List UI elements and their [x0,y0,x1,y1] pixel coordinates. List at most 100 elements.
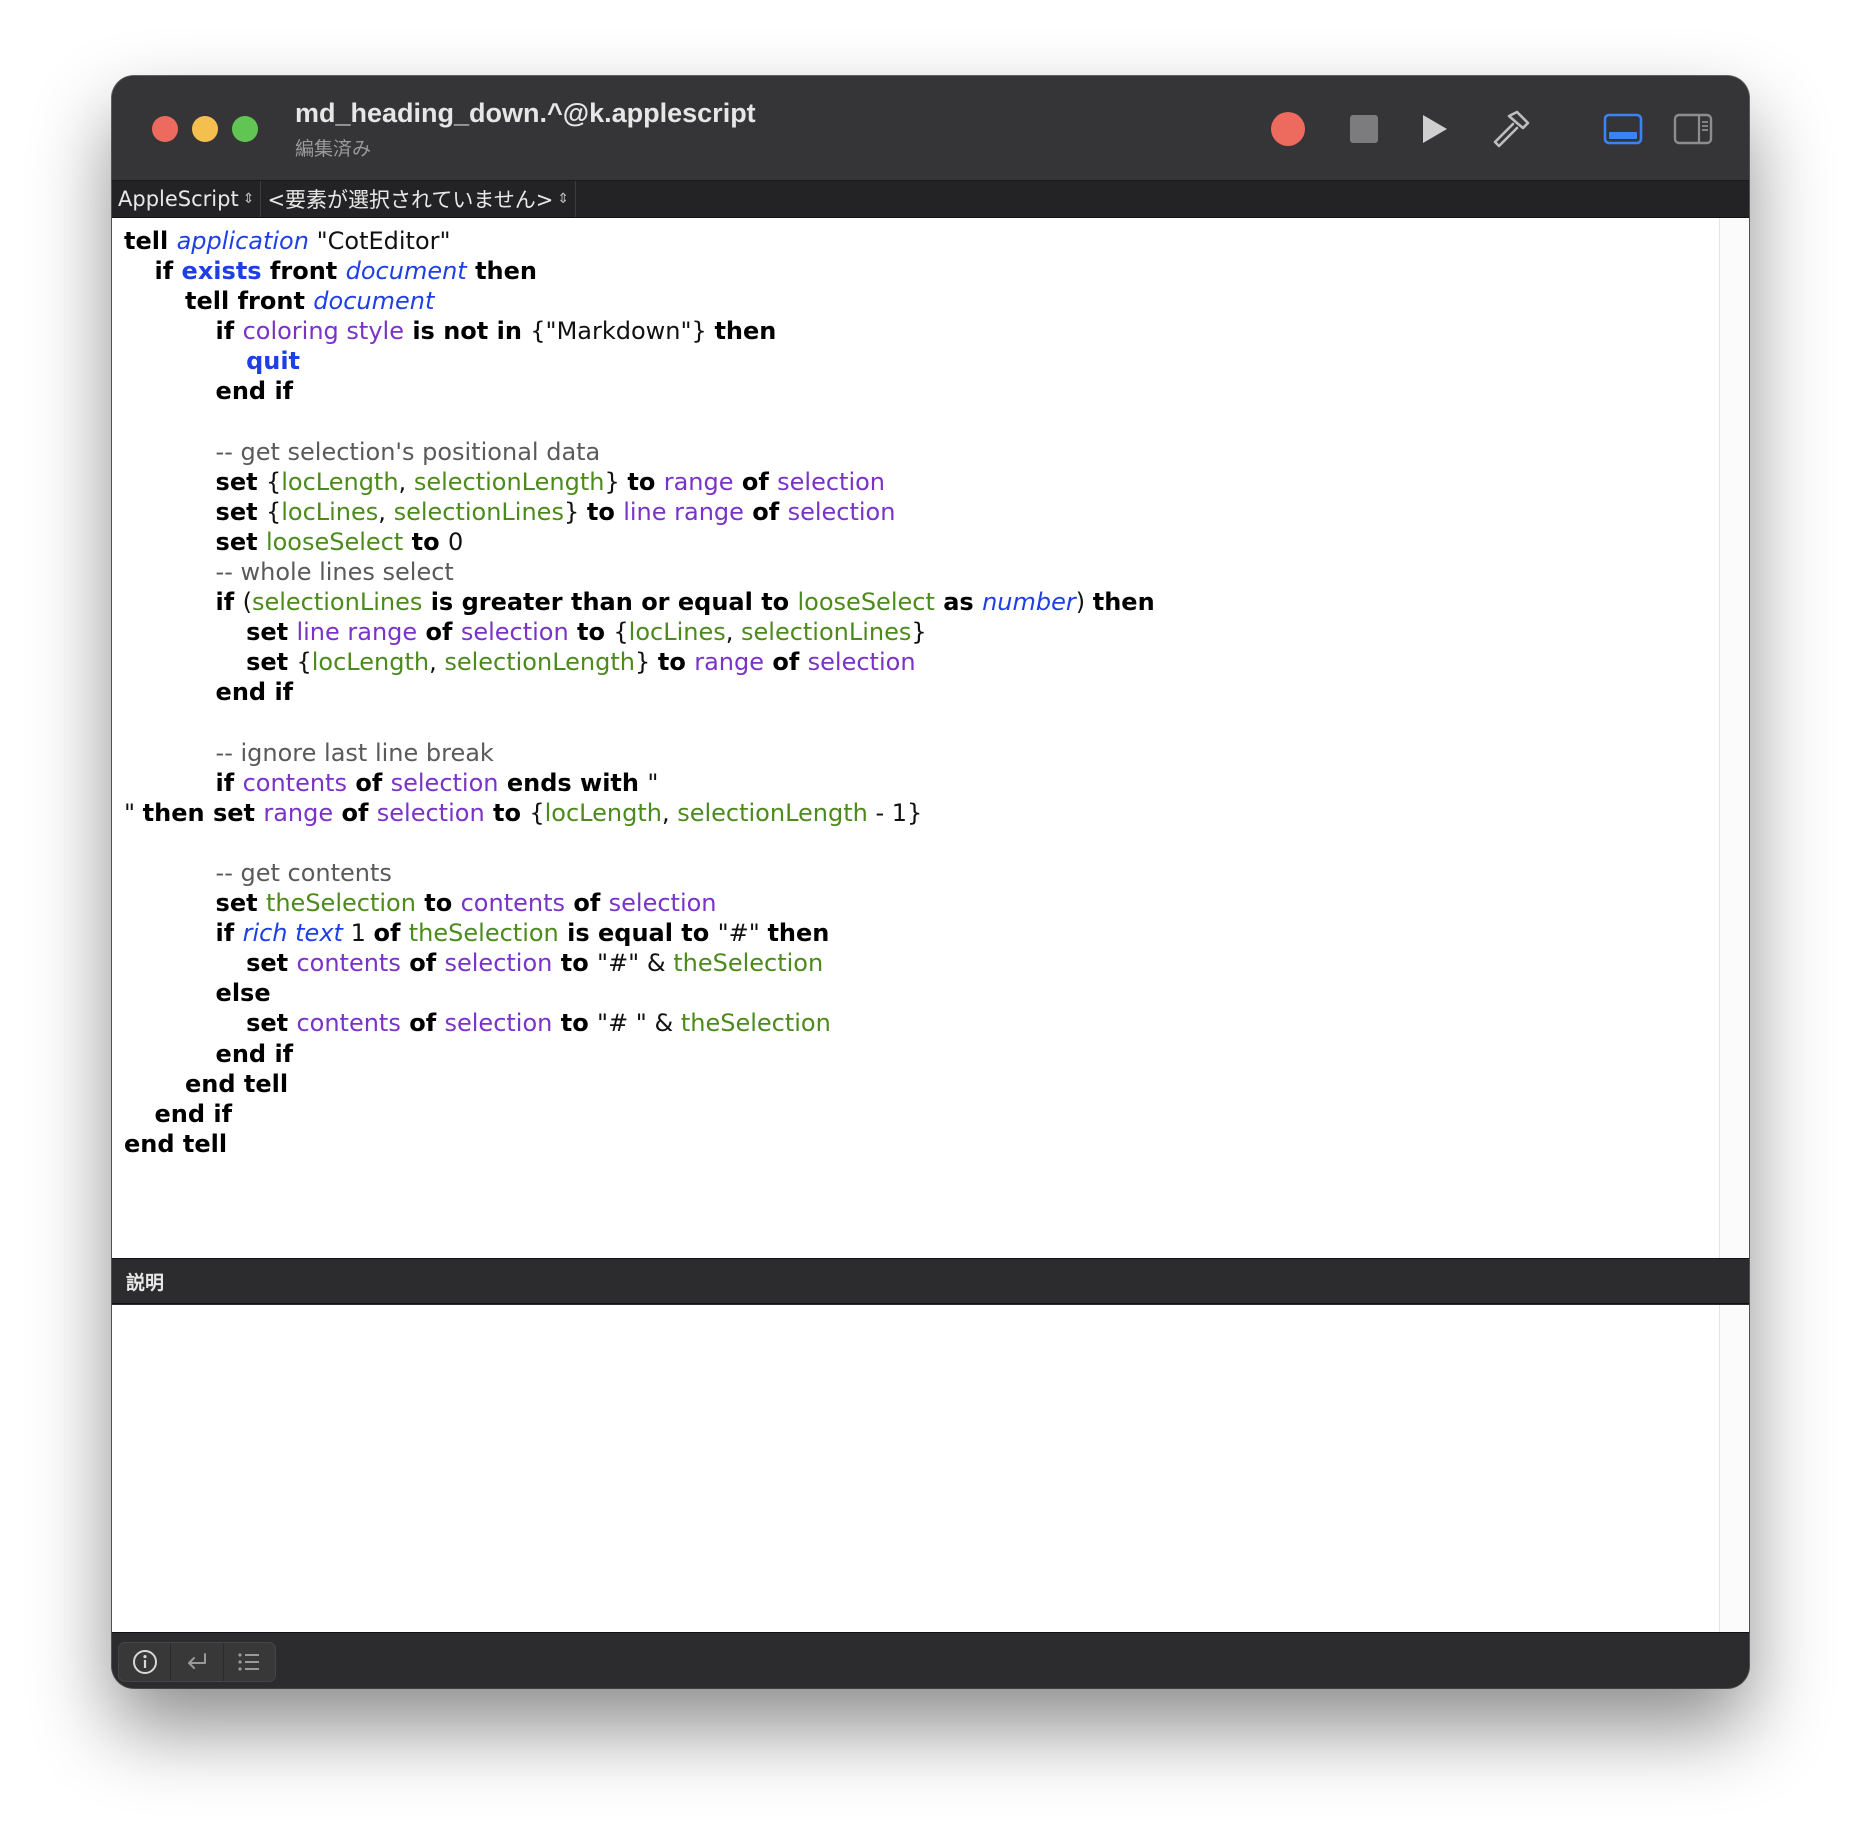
code-token: end tell [124,1129,228,1158]
show-bottom-pane-button[interactable] [1600,106,1646,152]
code-token: ( [242,588,252,617]
code-token: then [466,257,537,286]
code-token: -- get selection's positional data [215,437,601,466]
code-token: then [767,919,830,948]
code-token: of [400,1009,445,1038]
code-token: selectionLength [677,798,868,827]
code-token: to [586,497,624,526]
updown-chevron-icon: ⇕ [242,191,255,207]
editor-scrollbar[interactable] [1719,218,1749,1258]
description-tab-button[interactable] [119,1643,172,1681]
code-token: ) [1075,588,1093,617]
code-line: tell front document [124,286,1155,316]
code-line: -- get selection's positional data [124,437,1155,467]
code-token: of [346,768,391,797]
code-token: of [373,919,409,948]
window-title: md_heading_down.^@k.applescript [295,98,756,128]
description-scrollbar[interactable] [1719,1305,1749,1632]
code-token: } [604,467,628,496]
code-token: selectionLines [393,497,564,526]
code-token: selection [444,949,553,978]
code-token: set [246,949,297,978]
code-token: of [733,467,778,496]
code-line: -- get contents [124,858,1155,888]
run-button[interactable] [1412,106,1458,152]
language-popup[interactable]: AppleScript ⇕ [112,181,262,217]
zoom-button[interactable] [232,116,258,142]
code-token: selection [460,618,569,647]
script-code: tell application "CotEditor" if exists f… [124,226,1155,1159]
code-token: } [634,648,658,677]
code-token: set [246,618,297,647]
code-token: locLines [281,497,379,526]
code-token: , [378,497,394,526]
code-line: -- whole lines select [124,557,1155,587]
code-token: then [1092,588,1155,617]
code-token: selectionLines [251,588,423,617]
code-token: set [215,497,266,526]
code-token: looseSelect [265,527,404,556]
code-token: end if [154,1099,233,1128]
code-line: set contents of selection to "#" & theSe… [124,948,1155,978]
code-token: selection [444,1009,553,1038]
code-token: to [657,648,695,677]
code-line: if contents of selection ends with " [124,768,1155,798]
code-token: { [265,497,282,526]
element-popup[interactable]: <要素が選択されていません> ⇕ [261,181,577,217]
code-token: end if [215,377,294,406]
description-text-area[interactable] [112,1305,1720,1632]
code-token: of [400,949,445,978]
code-token: range [263,798,334,827]
code-token: set [215,889,266,918]
compile-button[interactable] [1488,106,1534,152]
code-token: if [154,257,182,286]
show-side-pane-button[interactable] [1670,106,1716,152]
reply-icon [187,1653,206,1669]
code-token: contents [242,768,347,797]
code-token: range [663,467,734,496]
code-token: is greater than or equal to [422,588,798,617]
code-token: application [176,227,309,255]
code-token: quit [246,347,301,376]
list-icon [238,1653,260,1671]
code-token: to [403,527,448,556]
code-line: if coloring style is not in {"Markdown"}… [124,316,1155,346]
log-tab-button[interactable] [224,1643,275,1681]
close-button[interactable] [152,116,178,142]
record-button[interactable] [1265,106,1311,152]
code-token: " [124,798,143,827]
bottom-bar [112,1632,1749,1688]
code-token: theSelection [265,889,416,918]
titlebar: md_heading_down.^@k.applescript 編集済み [112,76,1749,181]
code-token: 1 [342,919,374,948]
stop-button[interactable] [1341,106,1387,152]
code-token: of [417,618,461,647]
code-token: tell [124,227,177,255]
element-label: <要素が選択されていません> [267,188,554,212]
code-token: of [565,889,609,918]
code-token: selection [390,768,499,797]
minimize-button[interactable] [192,116,218,142]
code-token: if [215,768,243,797]
code-token: end tell [185,1069,289,1098]
result-tab-button[interactable] [171,1643,224,1681]
script-editor-text-area[interactable]: tell application "CotEditor" if exists f… [112,218,1720,1258]
code-line: set {locLines, selectionLines} to line r… [124,497,1155,527]
code-token: - 1} [867,798,923,827]
code-token: "# " & [597,1009,681,1038]
code-token: document [345,257,467,286]
code-token: to [484,798,530,827]
code-token: -- whole lines select [215,558,454,587]
code-token: range [694,648,765,677]
code-line: set {locLength, selectionLength} to rang… [124,467,1155,497]
